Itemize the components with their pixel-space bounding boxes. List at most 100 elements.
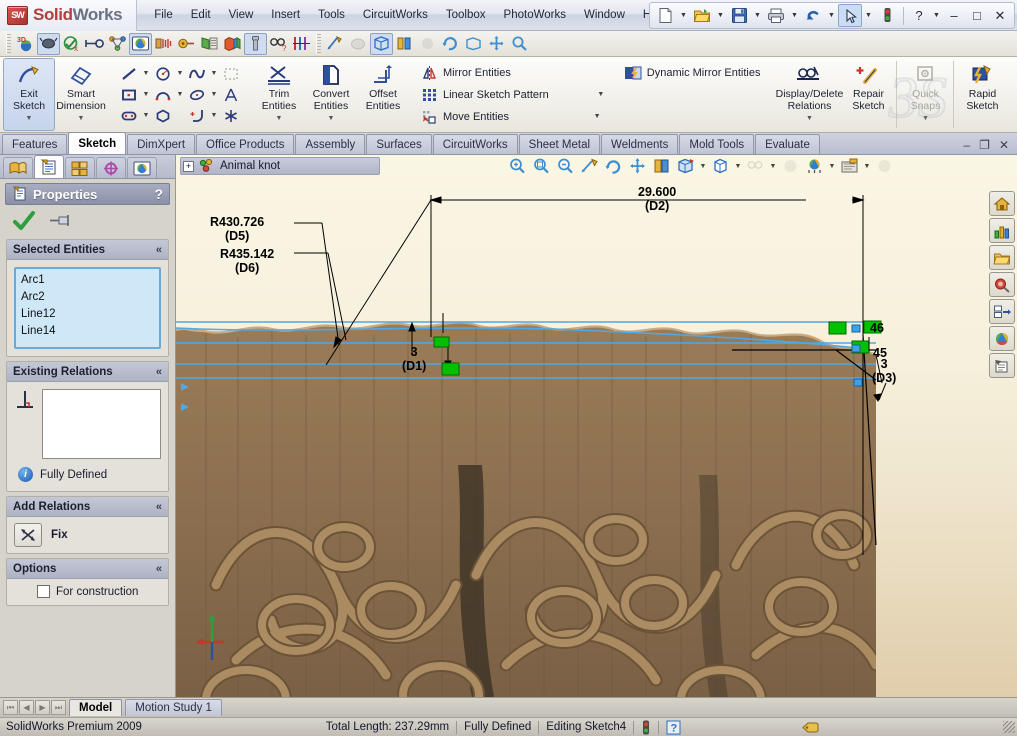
display-delete-relations-button[interactable]: Display/Delete Relations ▼ xyxy=(776,58,843,131)
apply-scene-icon[interactable] xyxy=(803,156,826,177)
menu-file[interactable]: File xyxy=(145,5,182,25)
for-construction-checkbox[interactable] xyxy=(37,585,50,598)
circle-icon[interactable] xyxy=(152,64,174,84)
list-item[interactable]: Line12 xyxy=(21,306,154,323)
new-document-caret-icon[interactable]: ▼ xyxy=(678,4,689,27)
document-minimize-button[interactable]: – xyxy=(963,138,970,152)
tab-features[interactable]: Features xyxy=(2,134,68,154)
print-caret-icon[interactable]: ▼ xyxy=(789,4,800,27)
line-caret-icon[interactable]: ▼ xyxy=(141,70,151,77)
circle-caret-icon[interactable]: ▼ xyxy=(175,70,185,77)
chevron-up-icon[interactable]: « xyxy=(156,563,162,575)
model-viewport[interactable] xyxy=(176,155,1017,697)
zoom-to-fit-icon[interactable] xyxy=(506,156,529,177)
surface-spline-icon[interactable] xyxy=(220,64,242,84)
save-caret-icon[interactable]: ▼ xyxy=(752,4,763,27)
appearances-scenes-icon[interactable] xyxy=(989,326,1015,351)
chevron-up-icon[interactable]: « xyxy=(156,244,162,256)
rebuild-traffic-light-icon[interactable] xyxy=(875,4,899,27)
linear-sketch-pattern-caret-icon[interactable]: ▼ xyxy=(596,91,606,98)
chevron-up-icon[interactable]: « xyxy=(156,366,162,378)
mirror-entities-button[interactable]: Mirror Entities xyxy=(417,63,610,83)
zoom-icon[interactable] xyxy=(508,33,531,55)
fillet-icon[interactable] xyxy=(186,106,208,126)
spline-icon[interactable] xyxy=(186,64,208,84)
toolbar-grip-2[interactable] xyxy=(316,33,321,54)
for-construction-checkbox-row[interactable]: For construction xyxy=(37,585,161,598)
measure-icon[interactable] xyxy=(83,33,106,55)
section-icon[interactable] xyxy=(221,33,244,55)
dimension-d2[interactable]: 29.600 (D2) xyxy=(638,185,676,213)
section-view-icon[interactable] xyxy=(393,33,416,55)
dimension-d5[interactable]: R430.726 (D5) xyxy=(210,215,264,243)
bottom-tab-model[interactable]: Model xyxy=(69,699,123,716)
menu-insert[interactable]: Insert xyxy=(262,5,309,25)
render-tools-icon[interactable] xyxy=(198,33,221,55)
open-document-icon[interactable] xyxy=(690,4,714,27)
move-entities-caret-icon[interactable]: ▼ xyxy=(592,113,602,120)
open-document-caret-icon[interactable]: ▼ xyxy=(715,4,726,27)
dynamic-mirror-entities-button[interactable]: Dynamic Mirror Entities xyxy=(620,63,765,83)
photoworks-icon[interactable] xyxy=(873,156,896,177)
convert-entities-button[interactable]: Convert Entities ▼ xyxy=(305,58,357,131)
polygon-icon[interactable] xyxy=(152,106,174,126)
undo-caret-icon[interactable]: ▼ xyxy=(826,4,837,27)
offset-entities-button[interactable]: Offset Entities xyxy=(357,58,409,131)
instant3d-icon[interactable] xyxy=(37,32,60,55)
property-manager-help-button[interactable]: ? xyxy=(154,186,163,202)
text-icon[interactable] xyxy=(220,85,242,105)
design-study-icon[interactable] xyxy=(175,33,198,55)
previous-view-icon[interactable] xyxy=(578,156,601,177)
undo-icon[interactable] xyxy=(801,4,825,27)
expand-tree-icon[interactable]: + xyxy=(183,160,194,172)
display-style-caret-icon[interactable]: ▼ xyxy=(733,163,743,170)
equations-button[interactable]: Σ Equations xyxy=(1008,58,1017,131)
shaded-sketch-icon[interactable] xyxy=(324,33,347,55)
view-palette-icon[interactable] xyxy=(989,299,1015,324)
question-icon[interactable]: ? xyxy=(666,720,681,735)
trim-entities-button[interactable]: Trim Entities ▼ xyxy=(253,58,305,131)
tab-assembly[interactable]: Assembly xyxy=(295,134,366,154)
list-item[interactable]: Arc1 xyxy=(21,272,154,289)
design-library-icon[interactable] xyxy=(989,218,1015,243)
view-settings-caret-icon[interactable]: ▼ xyxy=(862,163,872,170)
menu-edit[interactable]: Edit xyxy=(182,5,220,25)
tag-icon[interactable] xyxy=(801,720,819,735)
rotate-view-icon[interactable] xyxy=(602,156,625,177)
nav-next-button[interactable]: ▶ xyxy=(35,700,50,715)
select-arrow-caret-icon[interactable]: ▼ xyxy=(863,4,874,27)
3d-sketch-icon[interactable]: 3D xyxy=(14,33,37,55)
shaded-icon[interactable] xyxy=(347,33,370,55)
existing-relations-list[interactable] xyxy=(42,389,161,459)
tab-sketch[interactable]: Sketch xyxy=(68,132,127,154)
slot-icon[interactable] xyxy=(118,106,140,126)
rectangle-icon[interactable] xyxy=(118,85,140,105)
hide-show-items-icon[interactable] xyxy=(744,156,767,177)
zoom-in-out-icon[interactable] xyxy=(554,156,577,177)
configuration-manager-tab[interactable] xyxy=(65,157,95,178)
apply-scene-caret-icon[interactable]: ▼ xyxy=(827,163,837,170)
simulation-icon[interactable] xyxy=(152,33,175,55)
ellipse-caret-icon[interactable]: ▼ xyxy=(209,91,219,98)
chevron-up-icon[interactable]: « xyxy=(156,501,162,513)
assembly-xpert-icon[interactable] xyxy=(106,33,129,55)
tab-sheet-metal[interactable]: Sheet Metal xyxy=(518,134,601,154)
menu-circuitworks[interactable]: CircuitWorks xyxy=(354,5,437,25)
graphics-area[interactable]: X Y Z 29.600 (D2) R430.726 (D5) R435.142… xyxy=(176,155,1017,697)
bottom-tab-motion-study[interactable]: Motion Study 1 xyxy=(125,699,222,716)
feature-tree-tab[interactable] xyxy=(3,157,33,178)
close-button[interactable]: ✕ xyxy=(989,5,1011,27)
tab-mold-tools[interactable]: Mold Tools xyxy=(679,134,755,154)
check-sketch-icon[interactable]: x xyxy=(60,33,83,55)
existing-relations-header[interactable]: Existing Relations « xyxy=(7,362,168,382)
arc-caret-icon[interactable]: ▼ xyxy=(175,91,185,98)
ellipse-icon[interactable] xyxy=(186,85,208,105)
save-icon[interactable] xyxy=(727,4,751,27)
file-explorer-icon[interactable] xyxy=(989,245,1015,270)
smart-dimension-dropdown-icon[interactable]: ▼ xyxy=(78,113,85,125)
repair-sketch-button[interactable]: Repair Sketch xyxy=(842,58,894,131)
dimxpert-manager-tab[interactable] xyxy=(96,157,126,178)
select-arrow-icon[interactable] xyxy=(838,4,862,27)
pan-icon[interactable] xyxy=(485,33,508,55)
display-delete-relations-dropdown-icon[interactable]: ▼ xyxy=(806,113,813,125)
